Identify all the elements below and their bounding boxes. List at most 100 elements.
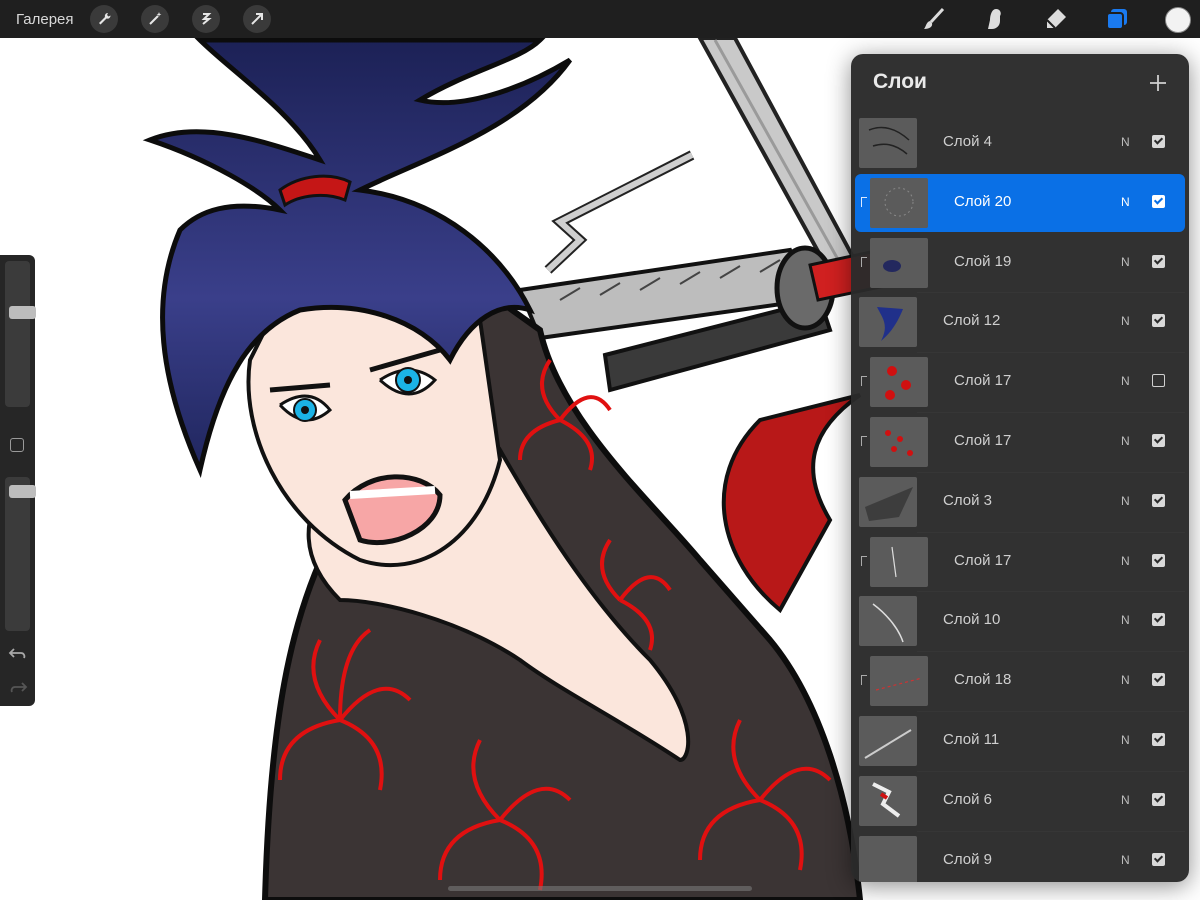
smudge-button[interactable] <box>981 5 1009 33</box>
blend-mode-button[interactable]: N <box>1121 314 1130 328</box>
layer-row[interactable]: Слой 11 N <box>855 712 1185 770</box>
layer-thumbnail <box>859 836 917 882</box>
layers-button[interactable] <box>1103 5 1131 33</box>
layer-row[interactable]: Слой 10 N <box>855 592 1185 650</box>
opacity-slider[interactable] <box>5 477 36 631</box>
layer-row[interactable]: Слой 3 N <box>855 473 1185 531</box>
layer-name: Слой 9 <box>943 851 992 868</box>
row-divider <box>917 532 1185 533</box>
layer-visibility-checkbox[interactable] <box>1152 554 1165 567</box>
layer-name: Слой 17 <box>954 432 1012 449</box>
layer-thumbnail <box>870 537 928 587</box>
layer-visibility-checkbox[interactable] <box>1152 374 1165 387</box>
blend-mode-button[interactable]: N <box>1121 793 1130 807</box>
clipping-mask-icon <box>861 556 867 566</box>
row-divider <box>917 472 1185 473</box>
redo-button[interactable] <box>8 679 28 697</box>
layer-visibility-checkbox[interactable] <box>1152 255 1165 268</box>
layer-row[interactable]: Слой 6 N <box>855 772 1185 830</box>
layer-row[interactable]: Слой 17 N <box>855 413 1185 471</box>
layer-row[interactable]: Слой 17 N <box>855 353 1185 411</box>
undo-button[interactable] <box>8 645 28 663</box>
layer-visibility-checkbox[interactable] <box>1152 673 1165 686</box>
adjustments-button[interactable] <box>140 5 169 33</box>
blend-mode-button[interactable]: N <box>1121 733 1130 747</box>
layer-row[interactable]: Слой 12 N <box>855 293 1185 351</box>
row-divider <box>917 651 1185 652</box>
layer-name: Слой 17 <box>954 372 1012 389</box>
row-divider <box>917 831 1185 832</box>
undo-icon <box>8 648 26 659</box>
layer-name: Слой 17 <box>954 552 1012 569</box>
layer-visibility-checkbox[interactable] <box>1152 613 1165 626</box>
layer-visibility-checkbox[interactable] <box>1152 314 1165 327</box>
layer-thumbnail <box>870 238 928 288</box>
layer-visibility-checkbox[interactable] <box>1152 494 1165 507</box>
home-indicator <box>448 886 752 891</box>
clipping-mask-icon <box>861 376 867 386</box>
layer-visibility-checkbox[interactable] <box>1152 195 1165 208</box>
brush-button[interactable] <box>920 5 948 33</box>
blend-mode-button[interactable]: N <box>1121 673 1130 687</box>
blend-mode-button[interactable]: N <box>1121 434 1130 448</box>
add-layer-button[interactable] <box>1143 68 1173 98</box>
blend-mode-button[interactable]: N <box>1121 494 1130 508</box>
layer-visibility-checkbox[interactable] <box>1152 135 1165 148</box>
layer-thumbnail <box>859 596 917 646</box>
layer-name: Слой 19 <box>954 253 1012 270</box>
layer-visibility-checkbox[interactable] <box>1152 733 1165 746</box>
blend-mode-button[interactable]: N <box>1121 374 1130 388</box>
clipping-mask-icon <box>861 675 867 685</box>
layer-thumbnail <box>870 178 928 228</box>
layer-thumbnail <box>870 656 928 706</box>
layer-thumbnail <box>859 477 917 527</box>
actions-button[interactable] <box>89 5 118 33</box>
layer-thumbnail <box>859 776 917 826</box>
blend-mode-button[interactable]: N <box>1121 255 1130 269</box>
layer-row[interactable]: Слой 18 N <box>855 652 1185 710</box>
modify-button[interactable] <box>10 438 24 452</box>
brush-size-slider[interactable] <box>5 261 36 407</box>
wrench-icon <box>98 12 111 25</box>
opacity-handle[interactable] <box>9 485 36 498</box>
selection-button[interactable] <box>191 5 220 33</box>
layer-row[interactable]: Слой 20 N <box>855 174 1185 232</box>
row-divider <box>917 711 1185 712</box>
plus-icon <box>1150 75 1166 91</box>
layer-visibility-checkbox[interactable] <box>1152 434 1165 447</box>
blend-mode-button[interactable]: N <box>1121 613 1130 627</box>
layer-name: Слой 10 <box>943 611 1001 628</box>
blend-mode-button[interactable]: N <box>1121 135 1130 149</box>
row-divider <box>917 591 1185 592</box>
selection-icon <box>201 13 212 25</box>
eraser-button[interactable] <box>1042 5 1070 33</box>
layer-row[interactable]: Слой 19 N <box>855 234 1185 292</box>
layer-row[interactable]: Слой 4 N <box>855 114 1185 172</box>
clipping-mask-icon <box>861 197 867 207</box>
transform-icon <box>250 13 263 25</box>
layer-visibility-checkbox[interactable] <box>1152 793 1165 806</box>
layers-panel-title: Слои <box>873 70 927 93</box>
layer-thumbnail <box>870 357 928 407</box>
layer-row[interactable]: Слой 9 N <box>855 832 1185 882</box>
layer-name: Слой 11 <box>943 731 1000 748</box>
layer-name: Слой 12 <box>943 312 1001 329</box>
row-divider <box>917 352 1185 353</box>
blend-mode-button[interactable]: N <box>1121 554 1130 568</box>
layer-row[interactable]: Слой 17 N <box>855 533 1185 591</box>
layer-name: Слой 3 <box>943 492 992 509</box>
layer-name: Слой 4 <box>943 133 992 150</box>
layer-visibility-checkbox[interactable] <box>1152 853 1165 866</box>
transform-button[interactable] <box>242 5 271 33</box>
brush-size-handle[interactable] <box>9 306 36 319</box>
row-divider <box>917 771 1185 772</box>
gallery-button[interactable]: Галерея <box>16 11 74 28</box>
blend-mode-button[interactable]: N <box>1121 853 1130 867</box>
clipping-mask-icon <box>861 257 867 267</box>
layer-thumbnail <box>859 297 917 347</box>
layers-panel: Слои Слой 4 N Слой 20 N Слой 19 N Слой 12 N Слой… <box>851 54 1189 882</box>
row-divider <box>917 412 1185 413</box>
eraser-icon <box>1046 9 1066 29</box>
color-swatch-button[interactable] <box>1165 7 1191 33</box>
blend-mode-button[interactable]: N <box>1121 195 1130 209</box>
